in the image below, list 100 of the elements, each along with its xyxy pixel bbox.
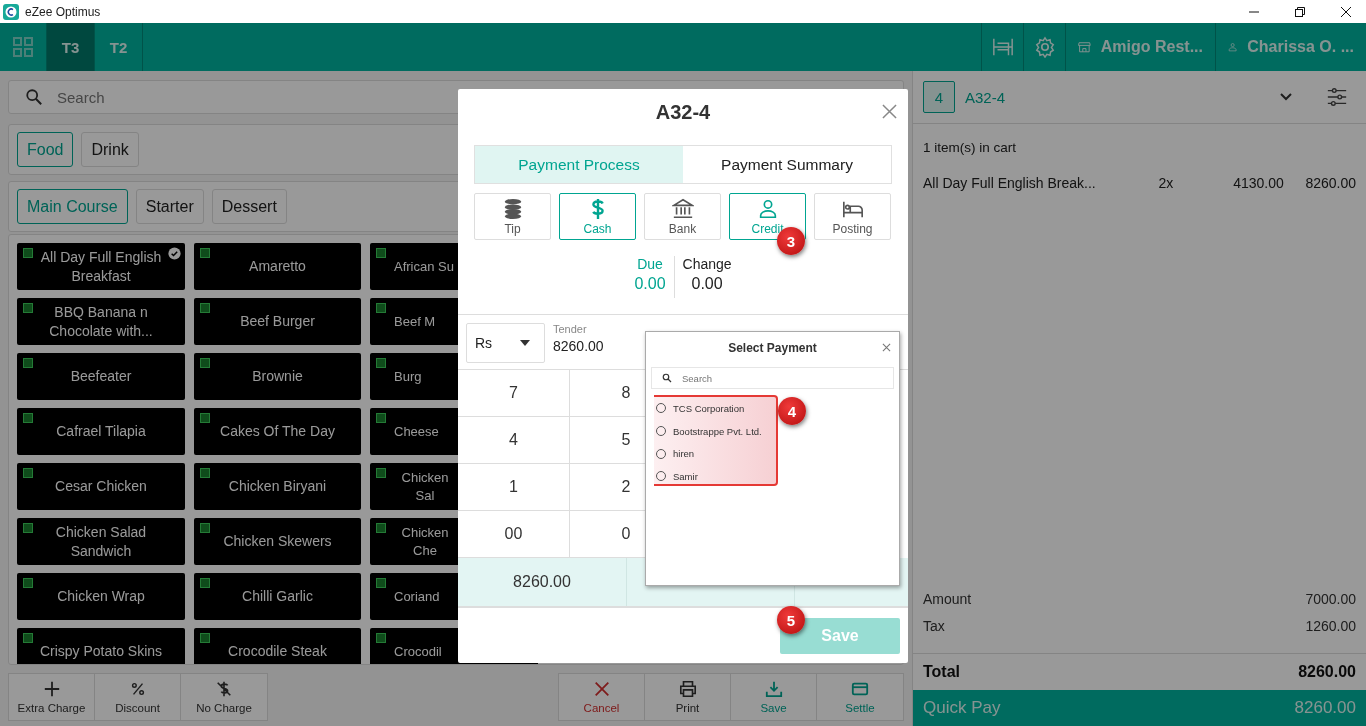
menu-item-tile[interactable]: Chicken Wrap xyxy=(17,573,185,620)
payment-method-button[interactable]: Posting xyxy=(814,193,891,240)
veg-indicator-icon xyxy=(23,633,33,643)
keypad-key[interactable]: 4 xyxy=(458,417,570,464)
payment-method-button[interactable]: Tip xyxy=(474,193,551,240)
cancel-icon xyxy=(592,680,611,698)
action-button[interactable]: No Charge xyxy=(181,674,267,720)
menu-item-name: All Day Full English Breakfast xyxy=(39,247,163,286)
tender-label: Tender xyxy=(553,323,588,335)
sliders-icon[interactable] xyxy=(1326,86,1348,108)
menu-item-tile[interactable]: Chicken Salad Sandwich xyxy=(17,518,185,565)
menu-item-name: Chilli Garlic xyxy=(242,587,313,606)
menu-item-name: Burg xyxy=(394,367,422,386)
menu-item-name: Chicken Biryani xyxy=(228,477,327,496)
action-button[interactable]: Discount xyxy=(95,674,181,720)
no-dollar-icon xyxy=(215,680,233,698)
veg-indicator-icon xyxy=(23,358,33,368)
veg-indicator-icon xyxy=(200,358,210,368)
menu-item-name: Beefeater xyxy=(70,367,132,386)
menu-item-name: Chicken Wrap xyxy=(57,587,145,606)
menu-item-name: Beef Burger xyxy=(240,312,315,331)
total-value: 1260.00 xyxy=(1305,618,1356,636)
close-icon[interactable] xyxy=(1340,5,1352,18)
menu-item-tile[interactable]: All Day Full English Breakfast xyxy=(17,243,185,290)
total-value: 7000.00 xyxy=(1305,591,1356,609)
printer-icon xyxy=(678,680,697,698)
veg-indicator-icon xyxy=(23,578,33,588)
action-button[interactable]: Print xyxy=(645,674,731,720)
payment-method-button[interactable]: Bank xyxy=(644,193,721,240)
tender-value: 8260.00 xyxy=(553,338,604,354)
cart-summary: 1 item(s) in cart xyxy=(922,139,1018,155)
grand-total-label: Total xyxy=(923,663,961,681)
veg-indicator-icon xyxy=(200,303,210,313)
veg-indicator-icon xyxy=(376,633,386,643)
currency-dropdown[interactable]: Rs xyxy=(466,323,545,363)
veg-indicator-icon xyxy=(23,248,33,258)
veg-indicator-icon xyxy=(200,633,210,643)
download-icon xyxy=(764,680,783,698)
menu-item-tile[interactable]: BBQ Banana n Chocolate with... xyxy=(17,298,185,345)
menu-item-name: Crispy Potato Skins xyxy=(39,642,163,661)
veg-indicator-icon xyxy=(376,303,386,313)
total-label: Tax xyxy=(923,618,945,636)
change-label: Change xyxy=(682,256,732,272)
app-logo-icon xyxy=(3,3,19,20)
menu-item-name: Brownie xyxy=(252,367,303,386)
change-value: 0.00 xyxy=(691,275,723,293)
category-tab[interactable]: Drink xyxy=(81,132,139,167)
menu-item-name: Chicken Skewers xyxy=(223,532,332,551)
menu-item-tile[interactable]: Amaretto xyxy=(194,243,361,290)
subcategory-tab[interactable]: Starter xyxy=(135,189,204,224)
menu-item-name: BBQ Banana n Chocolate with... xyxy=(48,302,154,341)
menu-item-name: Cafrael Tilapia xyxy=(56,422,146,441)
total-label: Amount xyxy=(923,591,972,609)
menu-item-name: Crocodil xyxy=(394,642,442,661)
menu-item-tile[interactable]: Crispy Potato Skins xyxy=(17,628,185,664)
keypad-key[interactable]: 1 xyxy=(458,464,570,511)
veg-indicator-icon xyxy=(200,413,210,423)
veg-indicator-icon xyxy=(23,413,33,423)
menu-item-name: Cesar Chicken xyxy=(55,477,147,496)
window-title: eZee Optimus xyxy=(25,4,101,19)
menu-item-tile[interactable]: Beefeater xyxy=(17,353,185,400)
popup-title: Select Payment xyxy=(728,341,817,355)
search-field[interactable]: Search xyxy=(651,367,894,389)
due-label: Due xyxy=(637,256,663,272)
menu-item-name: Cakes Of The Day xyxy=(220,422,335,441)
menu-item-tile[interactable]: Cakes Of The Day xyxy=(194,408,361,455)
menu-item-tile[interactable]: Chilli Garlic xyxy=(194,573,361,620)
action-button[interactable]: Extra Charge xyxy=(9,674,95,720)
veg-indicator-icon xyxy=(23,468,33,478)
keypad-key[interactable]: 7 xyxy=(458,370,570,417)
menu-item-tile[interactable]: Beef Burger xyxy=(194,298,361,345)
menu-item-tile[interactable]: Chicken Skewers xyxy=(194,518,361,565)
veg-indicator-icon xyxy=(376,413,386,423)
menu-item-tile[interactable]: Brownie xyxy=(194,353,361,400)
veg-indicator-icon xyxy=(200,523,210,533)
menu-item-tile[interactable]: Cesar Chicken xyxy=(17,463,185,510)
menu-item-name: Chicken Che xyxy=(400,523,450,560)
plus-icon xyxy=(42,680,61,698)
menu-item-tile[interactable]: Cafrael Tilapia xyxy=(17,408,185,455)
grand-total-value: 8260.00 xyxy=(1298,663,1356,681)
veg-indicator-icon xyxy=(23,523,33,533)
menu-item-tile[interactable]: Crocodile Steak xyxy=(194,628,361,664)
veg-indicator-icon xyxy=(376,523,386,533)
subcategory-tab[interactable]: Dessert xyxy=(211,189,287,224)
card-icon xyxy=(851,680,869,698)
order-item-total: 8260.00 xyxy=(1304,175,1356,191)
veg-indicator-icon xyxy=(376,248,386,258)
quick-pay-label: Quick Pay xyxy=(923,698,1001,718)
menu-item-name: Chicken Salad Sandwich xyxy=(54,522,148,561)
veg-indicator-icon xyxy=(200,248,210,258)
veg-indicator-icon xyxy=(200,468,210,478)
quick-pay-amount: 8260.00 xyxy=(1294,698,1356,718)
menu-item-tile[interactable]: Chicken Biryani xyxy=(194,463,361,510)
due-value: 0.00 xyxy=(634,275,666,293)
restore-icon[interactable] xyxy=(1294,5,1306,18)
payment-tab[interactable]: Payment Summary xyxy=(683,146,891,183)
menu-item-name: Chicken Sal xyxy=(400,468,450,505)
bank-icon xyxy=(671,197,694,220)
order-item-qty: 2x xyxy=(1158,175,1175,191)
action-button[interactable]: Cancel xyxy=(559,674,645,720)
